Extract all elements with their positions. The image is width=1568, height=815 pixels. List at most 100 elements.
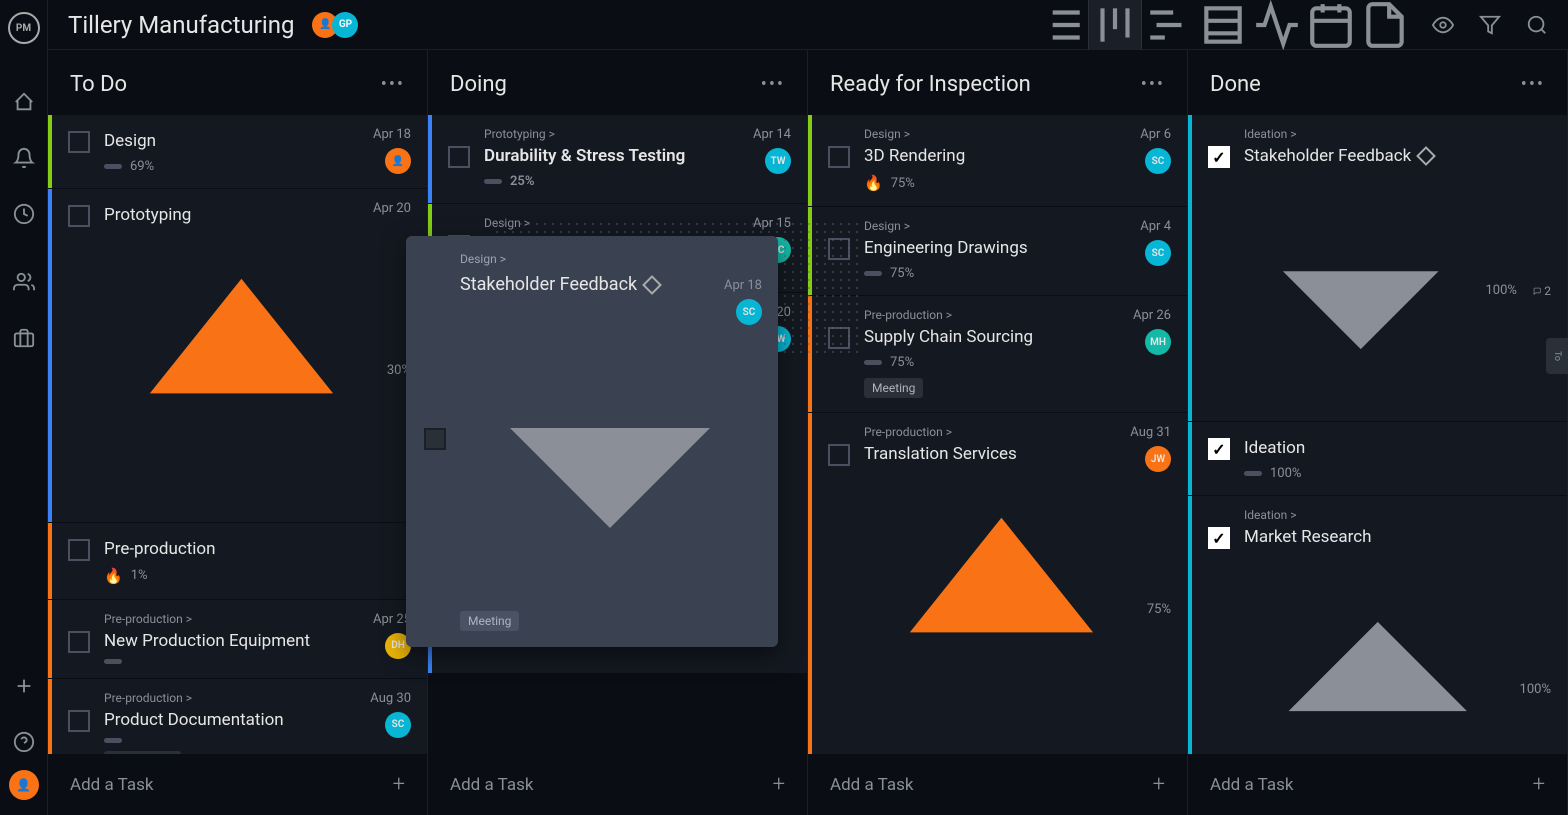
task-checkbox[interactable]: ✓ bbox=[1208, 146, 1230, 168]
task-card[interactable]: Prototyping 30% Apr 20 bbox=[48, 189, 427, 522]
card-date: Apr 14 bbox=[753, 127, 791, 142]
add-task-button[interactable]: Add a Task + bbox=[48, 754, 427, 815]
column-menu-icon[interactable]: ••• bbox=[1521, 74, 1545, 95]
column-menu-icon[interactable]: ••• bbox=[1141, 74, 1165, 95]
add-task-button[interactable]: Add a Task + bbox=[1188, 754, 1567, 815]
clock-icon[interactable] bbox=[13, 203, 35, 225]
task-card[interactable]: Design > 3D Rendering 🔥 75% Apr 6SC bbox=[808, 115, 1187, 206]
card-progress: 75% bbox=[1147, 602, 1171, 617]
assignee-avatar: TW bbox=[765, 148, 791, 174]
task-checkbox[interactable] bbox=[68, 205, 90, 227]
card-progress: 100% bbox=[1520, 682, 1551, 697]
add-task-label: Add a Task bbox=[70, 775, 153, 795]
card-list: Design > 3D Rendering 🔥 75% Apr 6SC Desi… bbox=[808, 115, 1187, 754]
milestone-icon bbox=[642, 275, 662, 295]
file-view-tab[interactable] bbox=[1358, 0, 1412, 50]
card-tag: Meeting bbox=[460, 611, 519, 631]
column-title: Ready for Inspection bbox=[830, 72, 1031, 97]
add-task-button[interactable]: Add a Task + bbox=[808, 754, 1187, 815]
search-icon[interactable] bbox=[1526, 14, 1548, 36]
card-breadcrumb: Design > bbox=[864, 219, 1171, 233]
task-checkbox[interactable] bbox=[68, 131, 90, 153]
board-column: To Do ••• Design 69% Apr 18👤 bbox=[48, 50, 428, 815]
milestone-icon bbox=[1416, 146, 1436, 166]
sheet-view-tab[interactable] bbox=[1196, 0, 1250, 50]
list-view-tab[interactable] bbox=[1034, 0, 1088, 50]
kanban-board: To Do ••• Design 69% Apr 18👤 bbox=[48, 50, 1568, 815]
card-title: Pre-production bbox=[104, 539, 411, 559]
column-menu-icon[interactable]: ••• bbox=[381, 74, 405, 95]
app-logo[interactable]: PM bbox=[8, 12, 40, 44]
card-progress: 100% bbox=[1485, 283, 1516, 298]
card-date: Apr 26 bbox=[1133, 308, 1171, 323]
people-icon[interactable] bbox=[13, 271, 35, 293]
header: Tillery Manufacturing 👤 GP bbox=[48, 0, 1568, 50]
task-checkbox[interactable] bbox=[68, 631, 90, 653]
briefcase-icon[interactable] bbox=[13, 327, 35, 349]
card-title: Ideation bbox=[1244, 438, 1551, 458]
card-progress: 75% bbox=[890, 355, 914, 370]
assignee-avatar: MH bbox=[1145, 329, 1171, 355]
task-checkbox[interactable] bbox=[448, 146, 470, 168]
task-checkbox[interactable] bbox=[68, 539, 90, 561]
add-task-label: Add a Task bbox=[830, 775, 913, 795]
view-tabs bbox=[1034, 0, 1412, 50]
task-card[interactable]: Pre-production 🔥 1% bbox=[48, 523, 427, 599]
card-tag: Meeting bbox=[864, 378, 923, 398]
add-task-button[interactable]: Add a Task + bbox=[428, 754, 807, 815]
card-title: Design bbox=[104, 131, 411, 151]
card-title: Product Documentation bbox=[104, 710, 411, 730]
task-checkbox[interactable]: ✓ bbox=[1208, 527, 1230, 549]
column-menu-icon[interactable]: ••• bbox=[761, 74, 785, 95]
card-tag: Documents bbox=[104, 751, 181, 754]
task-card[interactable]: Ideation > ✓ Stakeholder Feedback 100% 2 bbox=[1188, 115, 1567, 421]
task-card[interactable]: Pre-production > Product Documentation D… bbox=[48, 679, 427, 754]
column-title: Doing bbox=[450, 72, 507, 97]
assignee-avatar: SC bbox=[385, 712, 411, 738]
comment-icon[interactable]: 2 bbox=[1533, 284, 1551, 298]
task-checkbox[interactable] bbox=[68, 710, 90, 732]
task-card[interactable]: Design 69% Apr 18👤 bbox=[48, 115, 427, 188]
help-icon[interactable] bbox=[13, 731, 35, 753]
task-checkbox[interactable]: ✓ bbox=[1208, 438, 1230, 460]
gantt-view-tab[interactable] bbox=[1142, 0, 1196, 50]
user-avatar[interactable]: 👤 bbox=[9, 770, 39, 800]
card-breadcrumb: Pre-production > bbox=[104, 612, 411, 626]
board-column: Done ••• Ideation > ✓ Stakeholder Feedba… bbox=[1188, 50, 1568, 815]
plus-icon: + bbox=[1533, 772, 1545, 797]
calendar-view-tab[interactable] bbox=[1304, 0, 1358, 50]
card-breadcrumb: Ideation > bbox=[1244, 508, 1551, 522]
task-checkbox[interactable] bbox=[828, 444, 850, 466]
card-date: Apr 18 bbox=[373, 127, 411, 142]
header-avatars[interactable]: 👤 GP bbox=[312, 12, 358, 38]
plus-icon: + bbox=[393, 772, 405, 797]
add-task-label: Add a Task bbox=[450, 775, 533, 795]
task-checkbox[interactable] bbox=[424, 428, 446, 450]
home-icon[interactable] bbox=[13, 91, 35, 113]
task-card[interactable]: ✓ Ideation 100% bbox=[1188, 422, 1567, 495]
task-card[interactable]: Design > Engineering Drawings 75% Apr 4S… bbox=[808, 207, 1187, 295]
card-list: Design 69% Apr 18👤 Prototyping 30% bbox=[48, 115, 427, 754]
task-card[interactable]: Ideation > ✓ Market Research 100% bbox=[1188, 496, 1567, 754]
assignee-avatar: SC bbox=[736, 299, 762, 325]
task-checkbox[interactable] bbox=[828, 146, 850, 168]
project-title: Tillery Manufacturing bbox=[68, 11, 294, 39]
task-card[interactable]: Prototyping > Durability & Stress Testin… bbox=[428, 115, 807, 203]
card-title: Prototyping bbox=[104, 205, 411, 225]
card-breadcrumb: Pre-production > bbox=[864, 425, 1171, 439]
bell-icon[interactable] bbox=[13, 147, 35, 169]
dragging-card[interactable]: Design > Stakeholder Feedback Meeting Ap… bbox=[406, 236, 778, 647]
eye-icon[interactable] bbox=[1432, 14, 1454, 36]
task-card[interactable]: Pre-production > Supply Chain Sourcing 7… bbox=[808, 296, 1187, 412]
side-tab[interactable]: To bbox=[1546, 338, 1568, 374]
filter-icon[interactable] bbox=[1479, 14, 1501, 36]
board-view-tab[interactable] bbox=[1088, 0, 1142, 50]
plus-icon[interactable] bbox=[13, 675, 35, 697]
task-card[interactable]: Pre-production > Translation Services 75… bbox=[808, 413, 1187, 754]
assignee-avatar: 👤 bbox=[385, 148, 411, 174]
card-progress: 1% bbox=[131, 568, 148, 583]
task-card[interactable]: Pre-production > New Production Equipmen… bbox=[48, 600, 427, 678]
activity-view-tab[interactable] bbox=[1250, 0, 1304, 50]
card-title: Durability & Stress Testing bbox=[484, 146, 791, 166]
card-date: Aug 30 bbox=[370, 691, 411, 706]
